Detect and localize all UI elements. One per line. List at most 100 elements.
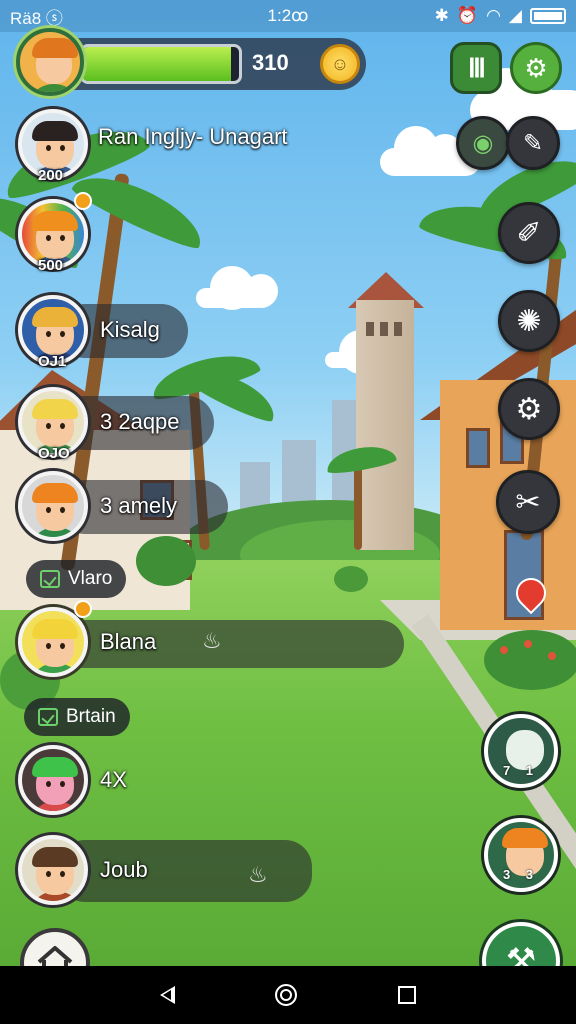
avatar-eye [46,423,51,429]
avatar-hair [32,619,78,639]
status-left-text: Rä8 ⓢ [10,8,63,28]
friend-row-bg [58,840,312,902]
friend-name: Kisalg [100,317,160,342]
friend-row[interactable]: 4X [18,742,127,818]
bluetooth-icon: ✱ [434,6,449,25]
battery-icon [530,8,566,24]
notification-badge [74,192,92,210]
status-pill[interactable]: Brtain [24,698,130,736]
lightbulb-button[interactable]: ✺ [498,290,560,352]
player-avatar[interactable] [16,28,84,96]
back-icon[interactable] [160,986,176,1004]
settings-button[interactable]: ⚙ [510,42,562,94]
friend-row[interactable]: OJO 3 2aqpe [18,384,214,462]
flower [524,640,532,648]
avatar-eye [46,781,51,787]
avatar-hair [32,757,78,777]
flame-icon: ♨ [248,862,268,887]
avatar-eye [46,643,51,649]
planter [334,566,368,592]
avatar-hair [32,307,78,327]
avatar-eye [46,145,51,151]
friend-level: 500 [38,257,64,274]
avatar-eye [46,331,51,337]
avatar-eye [60,507,65,513]
checkbox-icon [38,708,58,726]
alarm-icon: ⏰ [456,6,479,25]
friend-row[interactable]: Joub ♨ [18,832,312,908]
friend-avatar[interactable] [18,607,88,677]
hedge [484,630,576,690]
status-pill-label: Brtain [66,706,116,727]
friend-row[interactable]: 200 Ran Ingljy- Unagart [18,106,288,184]
friend-row[interactable]: Blana ♨ [18,600,404,680]
tools-button[interactable]: ✎ [506,116,560,170]
gear-icon: ⚙ [524,52,548,83]
notification-badge [74,600,92,618]
friend-name: Blana [100,629,157,654]
avatar-hair [32,483,78,503]
status-left: Rä8 ⓢ [10,4,63,29]
avatar-eye [46,235,51,241]
health-bar-fill [83,47,232,81]
friend-avatar[interactable] [18,471,88,541]
grid-columns-icon: Ⅲ [468,52,486,83]
status-bar: Rä8 ⓢ 1:2ꝏ ✱ ⏰ ◠ ◢ [0,0,576,32]
avatar-hair [32,399,78,419]
avatar-eye [60,423,65,429]
signal-icon: ◢ [508,6,522,25]
avatar-eye [60,331,65,337]
settings-side-button[interactable]: ⚙ [498,378,560,440]
tower-window [394,322,402,336]
avatar-eye [46,871,51,877]
avatar-eye [60,643,65,649]
avatar-eye [46,507,51,513]
lightbulb-icon: ✺ [516,304,542,338]
avatar-hair [32,38,78,58]
friend-name: 3 2aqpe [100,409,180,434]
friend-name: Ran Ingljy- Unagart [98,124,288,149]
friend-name: 4X [100,767,127,792]
friend-name: 3 amely [100,493,178,518]
cloud [196,266,278,310]
map-pin-icon: ◉ [472,129,494,157]
pencil-button[interactable]: ✐ [498,202,560,264]
home-circle-icon[interactable] [275,984,298,1006]
map-pin-button[interactable]: ◉ [456,116,510,170]
flower [500,646,508,654]
status-pill[interactable]: Vlaro [26,560,127,598]
friend-row[interactable]: 3 amely [18,468,228,544]
avatar-eye [60,235,65,241]
opponent-avatar[interactable]: 3 3 [484,818,558,892]
avatar-eye [60,145,65,151]
avatar-eye [60,871,65,877]
status-pill-label: Vlaro [68,568,113,589]
health-bar [80,44,242,84]
clock-tower [356,300,414,550]
recents-icon[interactable] [397,986,416,1004]
crossed-tools-button[interactable]: ✂ [496,470,560,534]
flower [548,652,556,660]
house-window [466,428,490,468]
friend-level: OJ1 [38,353,67,370]
avatar-hair [32,121,78,141]
avatar-hair [32,211,78,231]
sun-coin-icon[interactable]: ☺ [320,44,360,84]
status-icons: ✱ ⏰ ◠ ◢ [435,6,566,26]
menu-button[interactable]: Ⅲ [450,42,502,94]
friend-avatar[interactable] [18,745,88,815]
pencil-icon: ✐ [516,216,542,250]
friend-row[interactable]: OJ1 Kisalg [18,292,188,370]
avatar-eye [60,781,65,787]
avatar-hair [502,828,548,848]
friend-row[interactable]: 500 [18,192,92,274]
gear-icon: ⚙ [515,392,543,426]
checkbox-icon [40,570,60,588]
friend-level: 200 [38,167,64,184]
avatar-hair [32,847,78,867]
friend-avatar[interactable] [18,835,88,905]
wifi-icon: ◠ [486,6,501,25]
friend-name: Joub [100,857,148,882]
flame-icon: ♨ [202,628,222,653]
opponent-avatar[interactable]: 7 1 [484,714,558,788]
